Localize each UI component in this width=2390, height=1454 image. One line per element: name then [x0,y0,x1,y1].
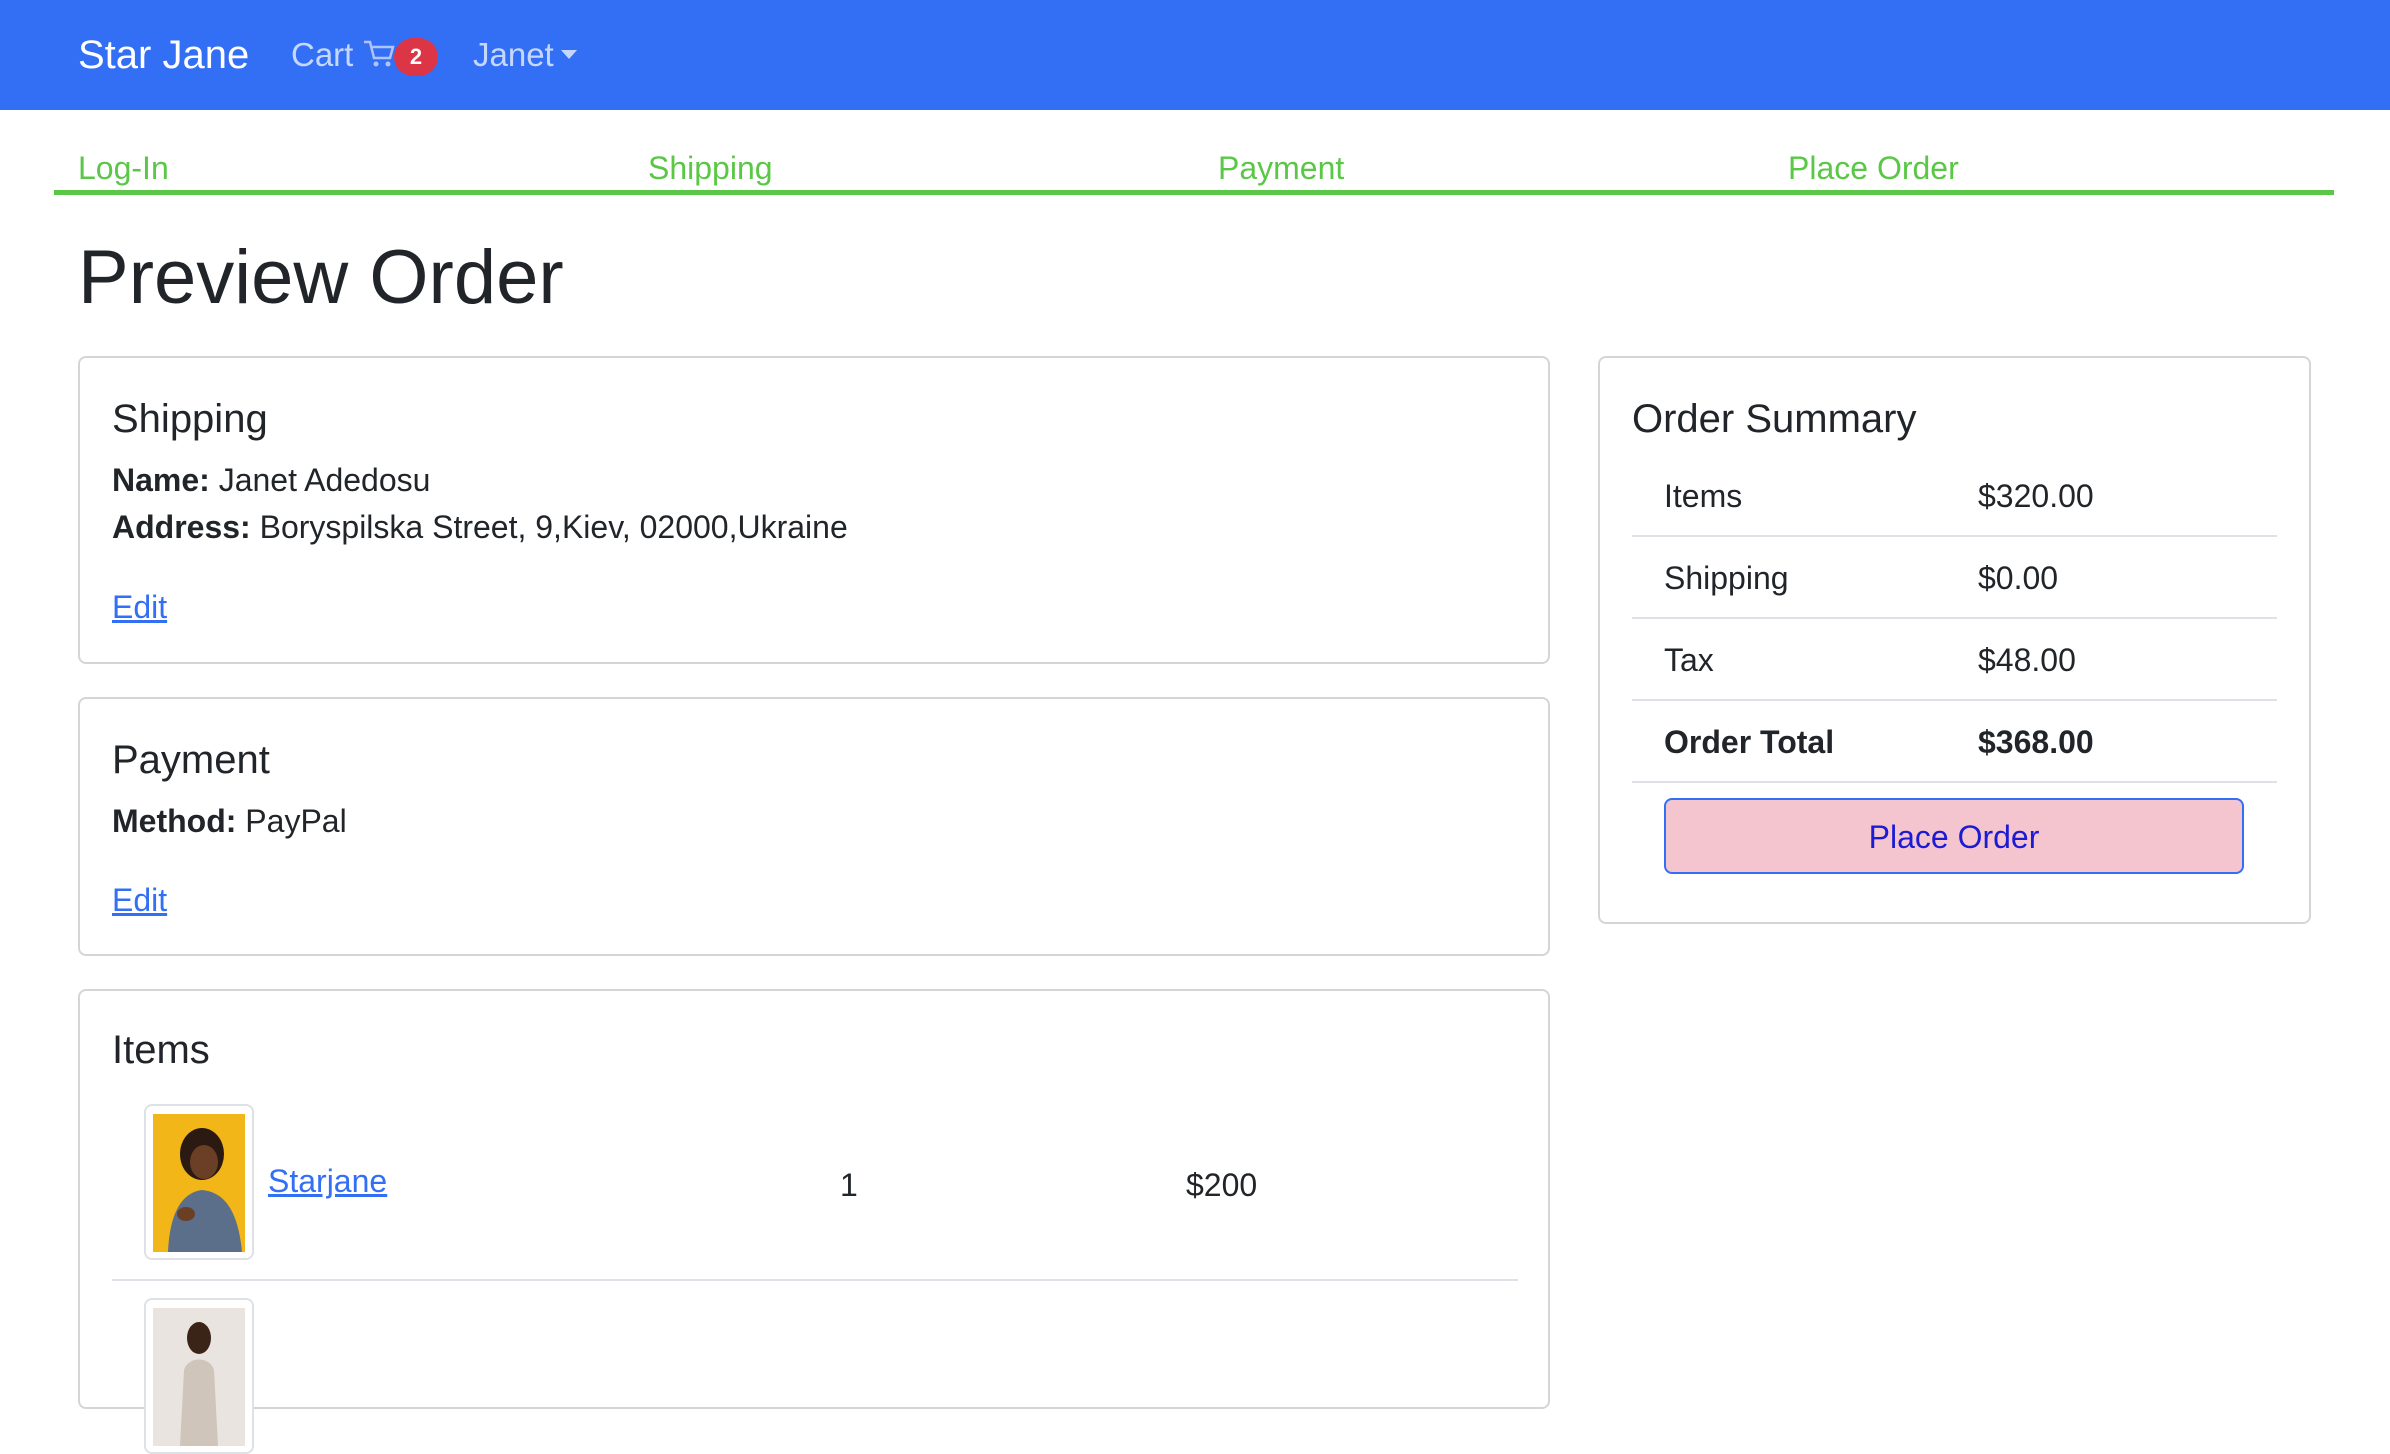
step-shipping: Shipping [648,150,773,186]
payment-edit-link[interactable]: Edit [112,879,167,921]
summary-total-value: $368.00 [1978,724,2094,760]
cart-icon[interactable] [362,38,396,70]
user-menu-toggle[interactable]: Janet [473,33,554,77]
summary-divider [1632,535,2277,537]
shipping-card-title: Shipping [112,397,268,441]
name-value: Janet Adedosu [218,462,431,498]
summary-total-label: Order Total [1664,724,1835,760]
order-summary-title: Order Summary [1632,397,1917,441]
payment-method-row: Method: PayPal [112,800,347,842]
items-card-title: Items [112,1028,210,1072]
place-order-button[interactable]: Place Order [1664,798,2244,874]
product-image-second [153,1308,245,1446]
shipping-name-row: Name: Janet Adedosu [112,459,430,501]
shipping-address-row: Address: Boryspilska Street, 9,Kiev, 020… [112,506,848,548]
summary-shipping-value: $0.00 [1978,560,2059,596]
shipping-card: Shipping Name: Janet Adedosu Address: Bo… [78,356,1550,664]
cart-count-badge: 2 [394,38,438,76]
product-image-starjane [153,1114,245,1252]
summary-divider [1632,781,2277,783]
cart-link[interactable]: Cart [291,33,353,77]
item-name-link[interactable]: Starjane [268,1160,387,1202]
summary-shipping-label: Shipping [1664,560,1789,596]
summary-tax-value: $48.00 [1978,642,2076,678]
step-log-in: Log-In [78,150,169,186]
summary-divider [1632,617,2277,619]
summary-divider [1632,699,2277,701]
item-thumbnail-second[interactable] [144,1298,254,1454]
brand-logo[interactable]: Star Jane [78,28,249,82]
item-row-divider [112,1279,1518,1281]
address-value: Boryspilska Street, 9,Kiev, 02000,Ukrain… [259,509,848,545]
item-price: $200 [1186,1167,1258,1203]
shipping-edit-link[interactable]: Edit [112,586,167,628]
method-value: PayPal [245,803,347,839]
address-label: Address: [112,509,251,545]
items-card: Items Starjane 1 $200 [78,989,1550,1454]
step-place-order: Place Order [1788,150,1959,186]
step-payment: Payment [1218,150,1345,186]
method-label: Method: [112,803,237,839]
order-summary-card: Order Summary Items $320.00 Shipping $0.… [1598,356,2311,924]
item-thumbnail[interactable] [144,1104,254,1260]
payment-card-title: Payment [112,738,270,782]
name-label: Name: [112,462,210,498]
summary-tax-label: Tax [1664,642,1714,678]
checkout-progress-bar [54,190,2334,195]
summary-items-value: $320.00 [1978,478,2094,514]
top-navbar: Star Jane Cart 2 Janet [0,0,2390,110]
payment-card: Payment Method: PayPal Edit [78,697,1550,956]
chevron-down-icon[interactable] [561,50,577,59]
summary-items-label: Items [1664,478,1743,514]
page-title: Preview Order [78,235,564,320]
item-quantity: 1 [840,1167,858,1203]
